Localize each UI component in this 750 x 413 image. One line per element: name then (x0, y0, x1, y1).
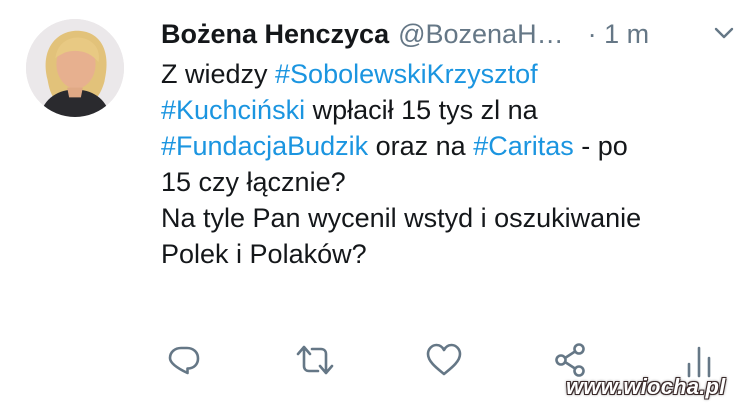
tweet-text: Z wiedzy #SobolewskiKrzysztof #Kuchciński… (161, 56, 721, 272)
like-button[interactable] (425, 340, 463, 380)
retweet-button[interactable] (296, 340, 334, 380)
tweet-header: Bożena Henczyca @BozenaH… · 1 m (161, 12, 741, 56)
user-handle[interactable]: @BozenaH… (398, 19, 563, 50)
hashtag-link[interactable]: #FundacjaBudzik (161, 131, 368, 161)
tweet-line: Polek i Polaków? (161, 236, 721, 272)
heart-icon (426, 343, 462, 376)
hashtag-link[interactable]: #Caritas (473, 131, 574, 161)
tweet-text-segment: 15 czy łącznie? (161, 167, 346, 197)
tweet-card: Bożena Henczyca @BozenaH… · 1 m Z wiedzy… (0, 0, 750, 413)
profile-photo (26, 19, 124, 117)
tweet-text-segment: Na tyle Pan wycenil wstyd i oszukiwanie (161, 203, 642, 233)
tweet-line: 15 czy łącznie? (161, 164, 721, 200)
reply-icon (168, 346, 200, 375)
share-icon (555, 343, 585, 377)
tweet-text-segment: wpłacił 15 tys zl na (305, 95, 538, 125)
watermark: www.wiocha.pl (566, 374, 726, 399)
tweet-line: #Kuchciński wpłacił 15 tys zl na (161, 92, 721, 128)
chevron-down-icon[interactable] (714, 26, 734, 40)
reply-button[interactable] (166, 340, 202, 380)
analytics-icon (687, 346, 711, 378)
display-name[interactable]: Bożena Henczyca (161, 19, 389, 50)
hashtag-link[interactable]: #SobolewskiKrzysztof (275, 59, 538, 89)
tweet-line: #FundacjaBudzik oraz na #Caritas - po (161, 128, 721, 164)
tweet-text-segment: oraz na (368, 131, 474, 161)
tweet-text-segment: Z wiedzy (161, 59, 276, 89)
hashtag-link[interactable]: #Kuchciński (161, 95, 305, 125)
tweet-line: Na tyle Pan wycenil wstyd i oszukiwanie (161, 200, 721, 236)
timestamp[interactable]: · 1 m (588, 19, 650, 50)
tweet-text-segment: - po (573, 131, 628, 161)
tweet-text-segment: Polek i Polaków? (161, 239, 367, 269)
tweet-line: Z wiedzy #SobolewskiKrzysztof (161, 56, 721, 92)
avatar[interactable] (26, 19, 124, 117)
retweet-icon (296, 345, 334, 375)
